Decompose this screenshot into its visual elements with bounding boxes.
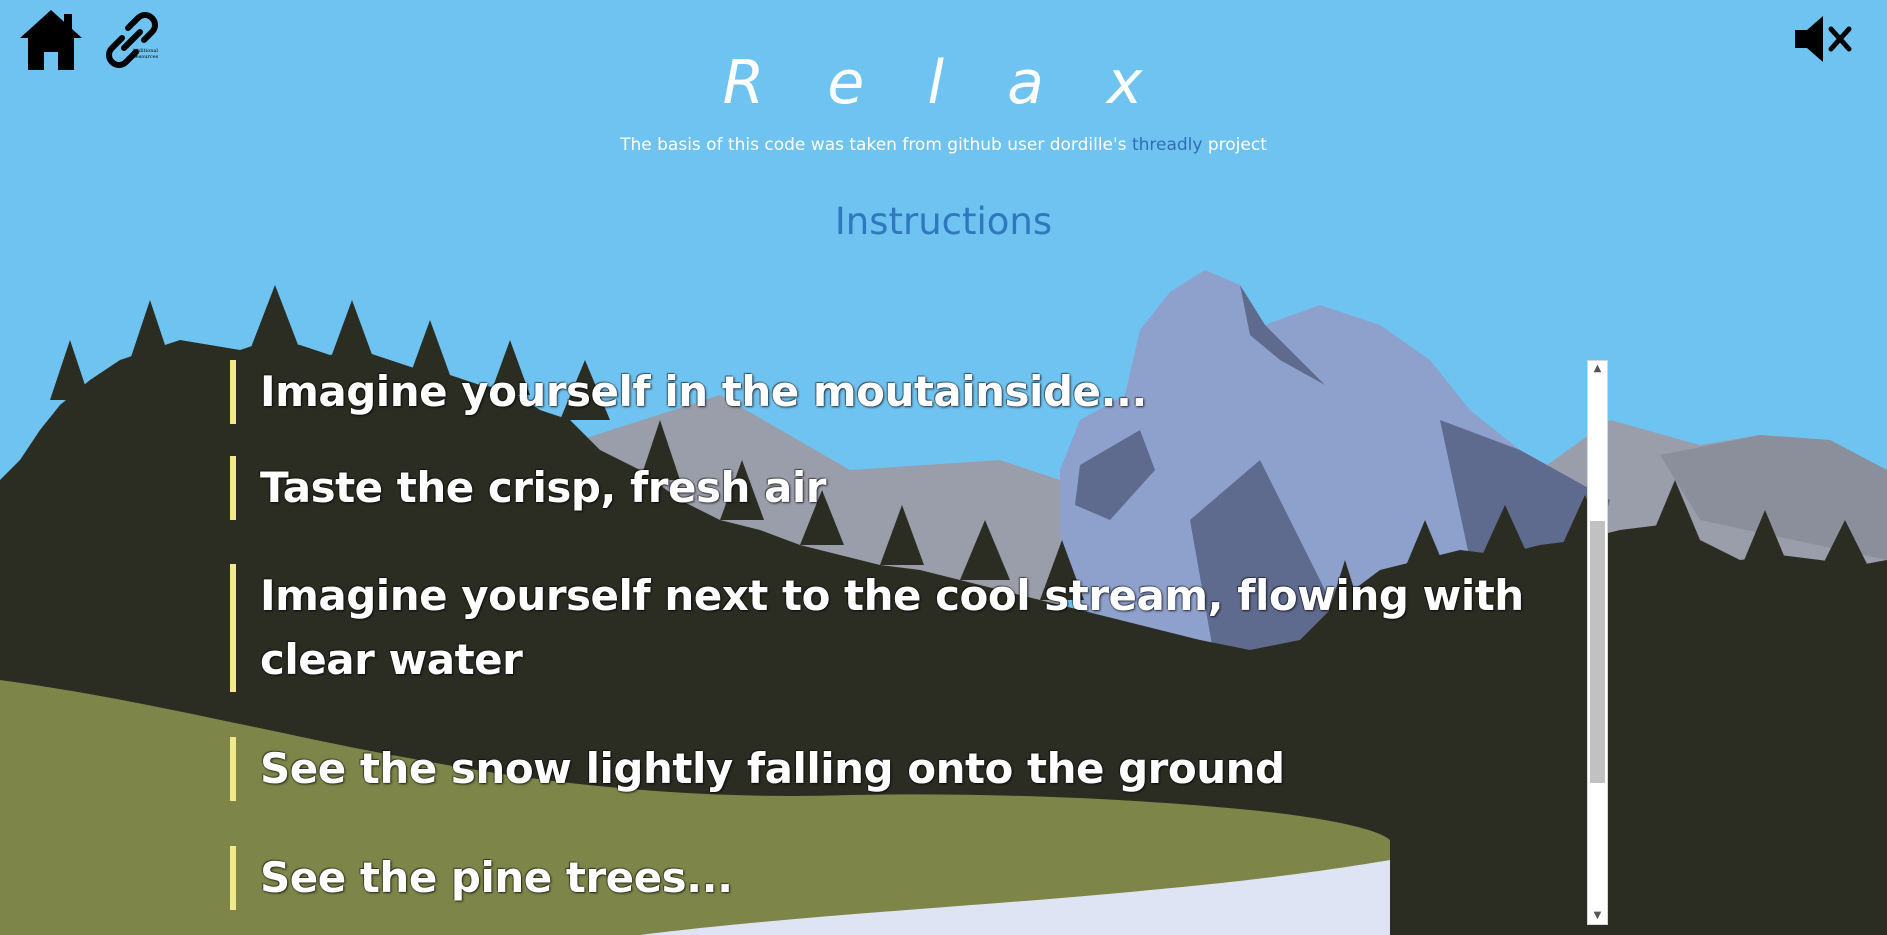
- instruction-item: Imagine yourself next to the cool stream…: [230, 564, 1530, 692]
- instruction-text: See the pine trees...: [260, 853, 733, 902]
- credit-prefix: The basis of this code was taken from gi…: [620, 135, 1132, 155]
- instructions-scroll-panel[interactable]: Imagine yourself in the moutainside... T…: [230, 360, 1608, 935]
- page-title: R e l a x: [722, 48, 1165, 118]
- instructions-heading: Instructions: [834, 200, 1053, 243]
- instruction-item: Taste the crisp, fresh air: [230, 456, 1530, 520]
- credit-line: The basis of this code was taken from gi…: [0, 135, 1887, 155]
- instruction-text: Imagine yourself next to the cool stream…: [260, 571, 1524, 684]
- instructions-scrollbar[interactable]: ▲ ▼: [1587, 360, 1608, 925]
- instruction-item: See the pine trees...: [230, 846, 1530, 910]
- threadly-link[interactable]: threadly: [1132, 135, 1203, 155]
- instruction-item: Imagine yourself in the moutainside...: [230, 360, 1530, 424]
- instruction-text: See the snow lightly falling onto the gr…: [260, 744, 1285, 793]
- scroll-up-arrow-icon[interactable]: ▲: [1588, 361, 1607, 377]
- instruction-text: Imagine yourself in the moutainside...: [260, 367, 1147, 416]
- instruction-item: See the snow lightly falling onto the gr…: [230, 737, 1530, 801]
- scrollbar-thumb[interactable]: [1590, 521, 1605, 783]
- instruction-text: Taste the crisp, fresh air: [260, 463, 826, 512]
- credit-suffix: project: [1202, 135, 1267, 155]
- scroll-down-arrow-icon[interactable]: ▼: [1588, 908, 1607, 924]
